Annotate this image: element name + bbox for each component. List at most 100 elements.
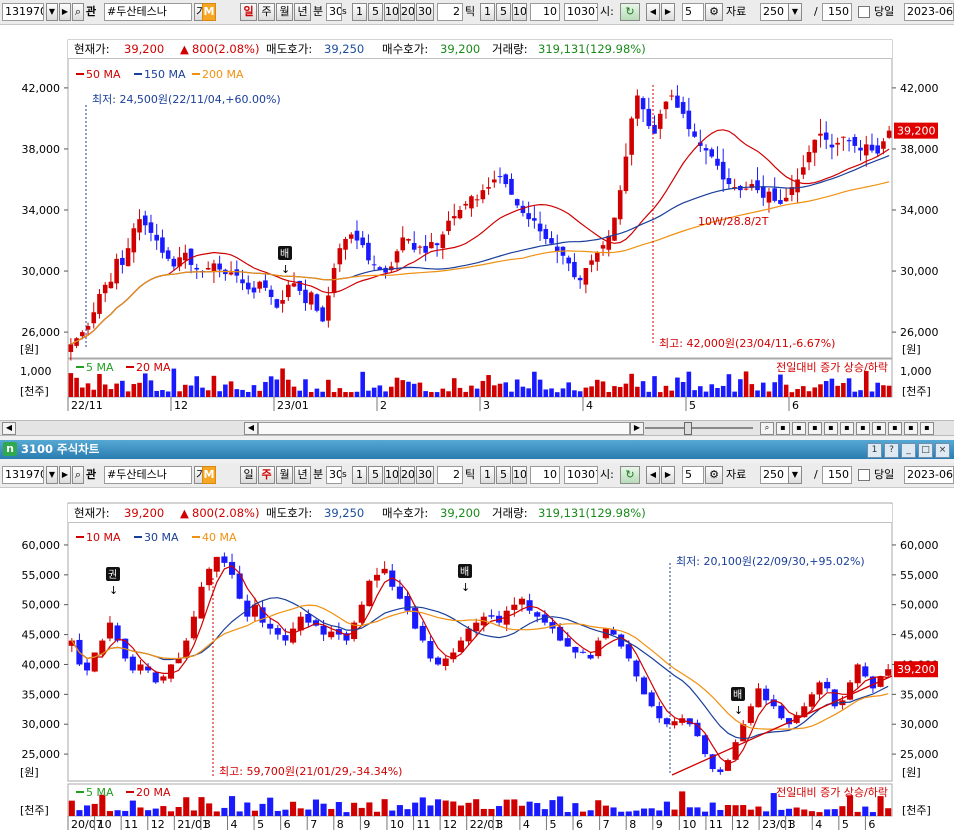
data-count-select[interactable]: 250 <box>760 3 790 21</box>
m-button[interactable]: M <box>202 3 216 21</box>
zoom-slider[interactable] <box>645 427 753 429</box>
step-prev-icon[interactable]: ◀ <box>646 466 660 484</box>
code-dropdown-icon[interactable]: ▼ <box>46 3 58 21</box>
minute-value-input[interactable]: 30 <box>326 3 342 21</box>
stock-code-input[interactable]: 131970 <box>2 3 44 21</box>
minute-5-button[interactable]: 5 <box>368 466 383 484</box>
code-next-icon[interactable]: ▶ <box>59 3 71 21</box>
tool-icon-9[interactable]: ▪ <box>904 422 918 435</box>
window-maximize-button[interactable]: □ <box>918 443 933 458</box>
tool-icon-1[interactable]: ▪ <box>776 422 790 435</box>
search-icon[interactable]: ⌕ <box>72 466 84 484</box>
tick-custom-input[interactable]: 10 <box>530 466 560 484</box>
minute-30-button[interactable]: 30 <box>416 3 434 21</box>
stock-name-field[interactable]: #두산테스나 <box>104 466 192 484</box>
top-candle-body <box>766 191 772 203</box>
time-code-input[interactable]: 10307 <box>564 3 598 21</box>
tool-icon-4[interactable]: ▪ <box>824 422 838 435</box>
tool-icon-3[interactable]: ▪ <box>808 422 822 435</box>
same-day-checkbox[interactable] <box>858 6 870 18</box>
search-icon[interactable]: ⌕ <box>72 3 84 21</box>
top-volume-bar <box>497 383 503 397</box>
tick-5-button[interactable]: 5 <box>496 466 511 484</box>
tool-icon-2[interactable]: ▪ <box>792 422 806 435</box>
period-0-button[interactable]: 일 <box>240 3 257 21</box>
data-count-dropdown-icon[interactable]: ▼ <box>788 3 802 21</box>
window-minimize-button[interactable]: _ <box>901 443 916 458</box>
top-candle-body <box>583 268 589 285</box>
tick-value-input[interactable]: 2 <box>437 3 463 21</box>
minute-10-button[interactable]: 10 <box>384 3 399 21</box>
date-input[interactable]: 2023-06- <box>904 3 954 21</box>
zoom-icon[interactable]: ⌕ <box>760 422 774 435</box>
data-count-select[interactable]: 250 <box>760 466 790 484</box>
data-count-dropdown-icon[interactable]: ▼ <box>788 466 802 484</box>
code-dropdown-icon[interactable]: ▼ <box>46 466 58 484</box>
tick-value-input[interactable]: 2 <box>437 466 463 484</box>
m-button[interactable]: M <box>202 466 216 484</box>
period-0-button[interactable]: 일 <box>240 466 257 484</box>
period-2-button[interactable]: 월 <box>276 3 293 21</box>
minute-10-button[interactable]: 10 <box>384 466 399 484</box>
step-next-icon[interactable]: ▶ <box>661 3 675 21</box>
tick-10-button[interactable]: 10 <box>512 3 527 21</box>
window-close-button[interactable]: × <box>935 443 950 458</box>
step-next-icon[interactable]: ▶ <box>661 466 675 484</box>
top-vol-legend-1: 20 MA <box>136 361 171 374</box>
data-max-input[interactable]: 150 <box>822 3 852 21</box>
scroll-right-icon[interactable]: ▶ <box>630 422 644 435</box>
top-volume-bar <box>429 392 434 397</box>
top-candle-body <box>469 196 474 209</box>
tool-icon-7[interactable]: ▪ <box>872 422 886 435</box>
tool-icon-6[interactable]: ▪ <box>856 422 870 435</box>
refresh-icon[interactable]: ↻ <box>620 466 640 484</box>
minute-30-button[interactable]: 30 <box>416 466 434 484</box>
step-prev-icon[interactable]: ◀ <box>646 3 660 21</box>
bot-volume-bar <box>648 808 655 816</box>
period-2-button[interactable]: 월 <box>276 466 293 484</box>
settings-gear-icon[interactable]: ⚙ <box>705 3 723 21</box>
bot-candle-body <box>488 615 495 617</box>
top-chart-canvas[interactable]: 42,000 42,000 38,000 38,000 34,000 34,000 30,0… <box>0 25 954 420</box>
time-code-input[interactable]: 10307 <box>564 466 598 484</box>
tool-icon-10[interactable]: ▪ <box>920 422 934 435</box>
same-day-checkbox[interactable] <box>858 469 870 481</box>
period-1-button[interactable]: 주 <box>258 3 275 21</box>
scroll-thumb[interactable] <box>258 422 630 435</box>
minute-1-button[interactable]: 1 <box>352 466 367 484</box>
scroll-left2-icon[interactable]: ◀ <box>244 422 258 435</box>
tick-10-button[interactable]: 10 <box>512 466 527 484</box>
minute-1-button[interactable]: 1 <box>352 3 367 21</box>
zoom-handle[interactable] <box>684 422 692 435</box>
tool-icon-8[interactable]: ▪ <box>888 422 902 435</box>
window-link-button[interactable]: 1 <box>867 443 882 458</box>
tick-1-button[interactable]: 1 <box>480 3 495 21</box>
top-volume-bar <box>789 392 795 397</box>
window-titlebar[interactable]: n 3100 주식차트 1 ? _ □ × <box>0 440 954 459</box>
stock-name-field[interactable]: #두산테스나 <box>104 3 192 21</box>
top-candle-body <box>886 130 892 138</box>
step-input[interactable]: 5 <box>682 3 704 21</box>
minute-20-button[interactable]: 20 <box>400 466 415 484</box>
tick-5-button[interactable]: 5 <box>496 3 511 21</box>
period-3-button[interactable]: 년 <box>294 3 311 21</box>
period-3-button[interactable]: 년 <box>294 466 311 484</box>
scroll-left-icon[interactable]: ◀ <box>2 422 16 435</box>
window-help-button[interactable]: ? <box>884 443 899 458</box>
minute-20-button[interactable]: 20 <box>400 3 415 21</box>
date-input[interactable]: 2023-06- <box>904 466 954 484</box>
refresh-icon[interactable]: ↻ <box>620 3 640 21</box>
horizontal-scrollbar[interactable]: ◀ ◀ ▶ ⌕ ▪ ▪ ▪ ▪ ▪ ▪ ▪ ▪ ▪ ▪ <box>0 420 954 436</box>
stock-code-input[interactable]: 131970 <box>2 466 44 484</box>
tick-custom-input[interactable]: 10 <box>530 3 560 21</box>
settings-gear-icon[interactable]: ⚙ <box>705 466 723 484</box>
code-next-icon[interactable]: ▶ <box>59 466 71 484</box>
bottom-chart-canvas[interactable]: 60,000 60,000 55,000 55,000 50,000 50,000 45,0… <box>0 488 954 833</box>
data-max-input[interactable]: 150 <box>822 466 852 484</box>
tool-icon-5[interactable]: ▪ <box>840 422 854 435</box>
step-input[interactable]: 5 <box>682 466 704 484</box>
tick-1-button[interactable]: 1 <box>480 466 495 484</box>
minute-value-input[interactable]: 30 <box>326 466 342 484</box>
period-1-button[interactable]: 주 <box>258 466 275 484</box>
minute-5-button[interactable]: 5 <box>368 3 383 21</box>
